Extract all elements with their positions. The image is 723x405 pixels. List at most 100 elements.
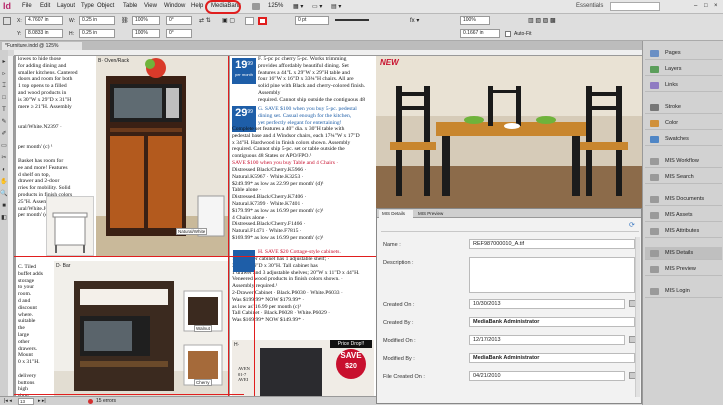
dock-item-mis-login[interactable]: MIS Login — [645, 285, 722, 298]
select-container-icon[interactable]: ▣ ▢ — [222, 17, 235, 24]
item-g-save[interactable]: SAVE $100 when you buy Table and 4 Chair… — [232, 160, 374, 167]
fitting-icons[interactable]: ▥ ▧ ▨ ▩ — [528, 17, 556, 24]
shear-field[interactable]: 0° — [166, 29, 192, 38]
screen-mode-icon[interactable]: ▭ ▾ — [312, 3, 322, 10]
x-field[interactable]: 4.7607 in — [25, 16, 63, 25]
dock-item-layers[interactable]: Layers — [645, 63, 722, 76]
auto-fit-checkbox[interactable] — [505, 31, 511, 37]
minimize-icon[interactable]: – — [694, 3, 697, 9]
dock-item-color[interactable]: Color — [645, 117, 722, 130]
menu-object[interactable]: Object — [97, 3, 114, 9]
dock-item-mis-workflow[interactable]: MIS Workflow — [645, 155, 722, 168]
stroke-type-preview[interactable] — [335, 19, 369, 21]
scale-x-field[interactable]: 100% — [132, 16, 160, 25]
dock-item-stroke[interactable]: Stroke — [645, 101, 722, 114]
close-icon[interactable]: × — [714, 3, 718, 9]
maximize-icon[interactable]: □ — [704, 3, 708, 9]
workspace-switcher[interactable]: Essentials — [576, 3, 603, 9]
dock-item-mis-search[interactable]: MIS Search — [645, 171, 722, 184]
first-page-icon[interactable]: |◂ ◂ — [4, 398, 12, 404]
tool-5[interactable]: ✎ — [0, 118, 8, 126]
modified-on-field[interactable]: 12/17/2013 — [469, 335, 625, 345]
pages-icon — [650, 50, 659, 57]
name-field[interactable]: REF987000010_A.tif — [469, 239, 635, 249]
tool-2[interactable]: ⌶ — [0, 82, 8, 90]
menu-view[interactable]: View — [144, 3, 157, 9]
reference-point-icon[interactable] — [3, 17, 11, 25]
item-g-text[interactable]: Complete set features a 40" dia. x 30"H … — [232, 126, 374, 160]
bridge-icon[interactable] — [252, 3, 260, 10]
tool-11[interactable]: 🔍 — [0, 190, 8, 198]
effects-icon[interactable]: fx ▾ — [410, 17, 419, 24]
zoom-level[interactable]: 125% — [268, 3, 283, 9]
item-g-list[interactable]: Distressed Black/Cherry.K5966 · Natural.… — [232, 167, 374, 243]
w-field[interactable]: 0.25 in — [79, 16, 115, 25]
arrange-icon[interactable]: ▤ ▾ — [331, 3, 341, 10]
menu-file[interactable]: File — [22, 3, 32, 9]
price-drop-banner: Price Drop!! — [330, 340, 372, 348]
tool-7[interactable]: ▭ — [0, 142, 8, 150]
menu-layout[interactable]: Layout — [57, 3, 75, 9]
item-c-text[interactable]: C. Tiled buffet adds storage to your roo… — [18, 264, 52, 396]
dock-item-mis-preview[interactable]: MIS Preview — [645, 263, 722, 276]
description-field[interactable] — [469, 257, 635, 293]
bar-cabinet-image[interactable]: D· Bar Walnut Cherry — [54, 261, 228, 396]
file-created-on-field[interactable]: 04/21/2010 — [469, 371, 625, 381]
menu-edit[interactable]: Edit — [40, 3, 50, 9]
cherry-tag: Cherry — [194, 379, 212, 386]
dock-item-links[interactable]: Links — [645, 79, 722, 92]
dock-item-pages[interactable]: Pages — [645, 47, 722, 60]
dock-item-mis-details[interactable]: MIS Details — [645, 247, 722, 260]
document-tab[interactable]: *Furniture.indd @ 125% — [2, 42, 82, 50]
created-on-field[interactable]: 10/30/2013 — [469, 299, 625, 309]
tool-9[interactable]: ◐ — [0, 166, 8, 174]
dock-item-mis-documents[interactable]: MIS Documents — [645, 193, 722, 206]
view-options-icon[interactable]: ▦ ▾ — [293, 3, 303, 10]
mis-scrollbar[interactable] — [635, 237, 640, 397]
menu-window[interactable]: Window — [164, 3, 185, 9]
stroke-weight-field[interactable]: 0 pt — [295, 16, 329, 25]
page-number-field[interactable]: 13 — [18, 398, 34, 405]
error-count[interactable]: 15 errors — [96, 398, 116, 404]
stroke-swatch[interactable] — [258, 17, 267, 25]
fill-swatch[interactable] — [245, 17, 254, 25]
created-by-field[interactable]: MediaBank Administrator — [469, 317, 635, 327]
tool-10[interactable]: ✋ — [0, 178, 8, 186]
width-field[interactable]: 0.1667 in — [460, 29, 500, 38]
tool-6[interactable]: ✐ — [0, 130, 8, 138]
tab-mis-preview[interactable]: MIS Preview — [415, 210, 449, 218]
middle-page[interactable]: 1999 per month 2999 F. 5-pc pc cherry 5-… — [230, 56, 376, 396]
modified-by-field[interactable]: MediaBank Administrator — [469, 353, 635, 363]
scale-y-field[interactable]: 100% — [132, 29, 160, 38]
h-field[interactable]: 0.25 in — [79, 29, 115, 38]
refresh-icon[interactable]: ⟳ — [629, 221, 638, 229]
tool-13[interactable]: ◧ — [0, 214, 8, 222]
opacity-field[interactable]: 100% — [460, 16, 490, 25]
dock-item-mis-attributes[interactable]: MIS Attributes — [645, 225, 722, 238]
rotate-field[interactable]: 0° — [166, 16, 192, 25]
microwave-cart-image[interactable]: B· Oven/Rack — [96, 56, 228, 256]
menu-type[interactable]: Type — [81, 3, 94, 9]
tool-4[interactable]: T — [0, 106, 8, 114]
next-page-icon[interactable]: ▸ ▸| — [38, 398, 46, 404]
dock-item-mis-assets[interactable]: MIS Assets — [645, 209, 722, 222]
constrain-proportions-icon[interactable]: ⛓ — [121, 17, 129, 24]
left-page[interactable]: lowes to hide those for adding dining an… — [16, 56, 228, 396]
menu-help[interactable]: Help — [191, 3, 203, 9]
tool-12[interactable]: ■ — [0, 202, 8, 210]
tool-3[interactable]: □ — [0, 94, 8, 102]
menu-table[interactable]: Table — [123, 3, 137, 9]
tool-0[interactable]: ▸ — [0, 58, 8, 66]
dining-set-photo[interactable] — [376, 56, 642, 208]
tab-mis-details[interactable]: MIS Details — [379, 210, 413, 218]
y-field[interactable]: 8.0833 in — [25, 29, 63, 38]
item-g-heading[interactable]: G. SAVE $100 when you buy 5-pc. pedestal… — [258, 106, 374, 126]
save-burst: SAVE $20 — [336, 349, 366, 379]
tool-1[interactable]: ▹ — [0, 70, 8, 78]
white-cart-image[interactable] — [46, 196, 94, 256]
search-field[interactable] — [610, 2, 660, 11]
tool-8[interactable]: ✂ — [0, 154, 8, 162]
dock-item-swatches[interactable]: Swatches — [645, 133, 722, 146]
flip-icon[interactable]: ⇄ ⇅ — [199, 17, 211, 24]
item-f-text[interactable]: F. 5-pc pc cherry 5-pc. Works trimming p… — [258, 56, 374, 104]
